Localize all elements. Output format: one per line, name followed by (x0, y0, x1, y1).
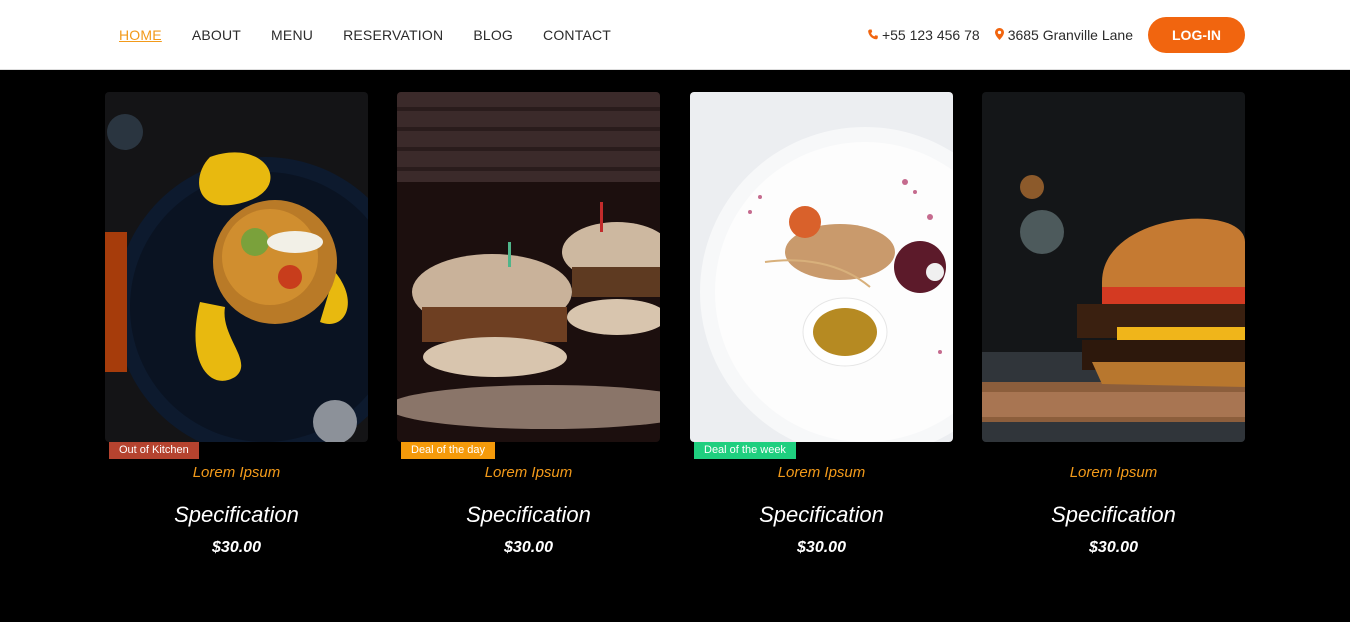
card-price: $30.00 (212, 539, 261, 556)
status-badge: Deal of the week (694, 442, 796, 459)
login-button[interactable]: LOG-IN (1148, 17, 1245, 53)
card-price: $30.00 (1089, 539, 1138, 556)
card-title: Specification (174, 502, 299, 527)
menu-card[interactable]: Deal of the week Lorem Ipsum Specificati… (690, 92, 953, 556)
nav-reservation[interactable]: RESERVATION (343, 27, 443, 43)
menu-card[interactable]: Out of Kitchen Lorem Ipsum Specification… (105, 92, 368, 556)
menu-card[interactable]: Deal of the day Lorem Ipsum Specificatio… (397, 92, 660, 556)
card-subtitle: Lorem Ipsum (192, 464, 281, 481)
card-price: $30.00 (797, 539, 846, 556)
card-title: Specification (759, 502, 884, 527)
card-title: Specification (466, 502, 591, 527)
nav-contact[interactable]: CONTACT (543, 27, 611, 43)
status-badge: Out of Kitchen (109, 442, 199, 459)
site-header: HOME ABOUT MENU RESERVATION BLOG CONTACT… (0, 0, 1350, 70)
card-subtitle: Lorem Ipsum (1069, 464, 1158, 481)
phone-number: +55 123 456 78 (881, 27, 980, 43)
nav-about[interactable]: ABOUT (192, 27, 241, 43)
main-nav: HOME ABOUT MENU RESERVATION BLOG CONTACT (119, 0, 611, 70)
fish-dish-photo (690, 92, 953, 442)
map-pin-icon (994, 27, 1008, 43)
status-badge: Deal of the day (401, 442, 495, 459)
phone-icon (868, 27, 882, 43)
nav-home[interactable]: HOME (119, 27, 162, 43)
phone-info: +55 123 456 78 (868, 27, 980, 43)
plate-with-sauce-photo (105, 92, 368, 442)
contact-bar: +55 123 456 78 3685 Granville Lane LOG-I… (868, 0, 1245, 70)
nav-blog[interactable]: BLOG (473, 27, 513, 43)
two-burgers-photo (397, 92, 660, 442)
card-price: $30.00 (504, 539, 553, 556)
menu-card[interactable]: Lorem Ipsum Specification $30.00 (982, 92, 1245, 556)
card-subtitle: Lorem Ipsum (777, 464, 866, 481)
nav-menu[interactable]: MENU (271, 27, 313, 43)
address-text: 3685 Granville Lane (1007, 27, 1133, 43)
burger-photo (982, 92, 1245, 442)
address-info: 3685 Granville Lane (994, 27, 1133, 43)
card-subtitle: Lorem Ipsum (484, 464, 573, 481)
card-title: Specification (1051, 502, 1176, 527)
